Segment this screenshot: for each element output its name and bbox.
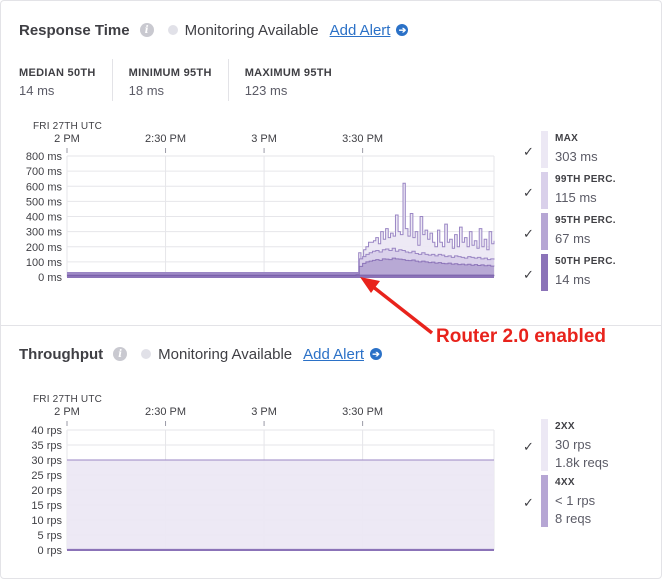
arrow-shaft <box>370 284 434 335</box>
annotation-arrow <box>360 277 434 335</box>
router-annotation: Router 2.0 enabled <box>436 326 606 347</box>
